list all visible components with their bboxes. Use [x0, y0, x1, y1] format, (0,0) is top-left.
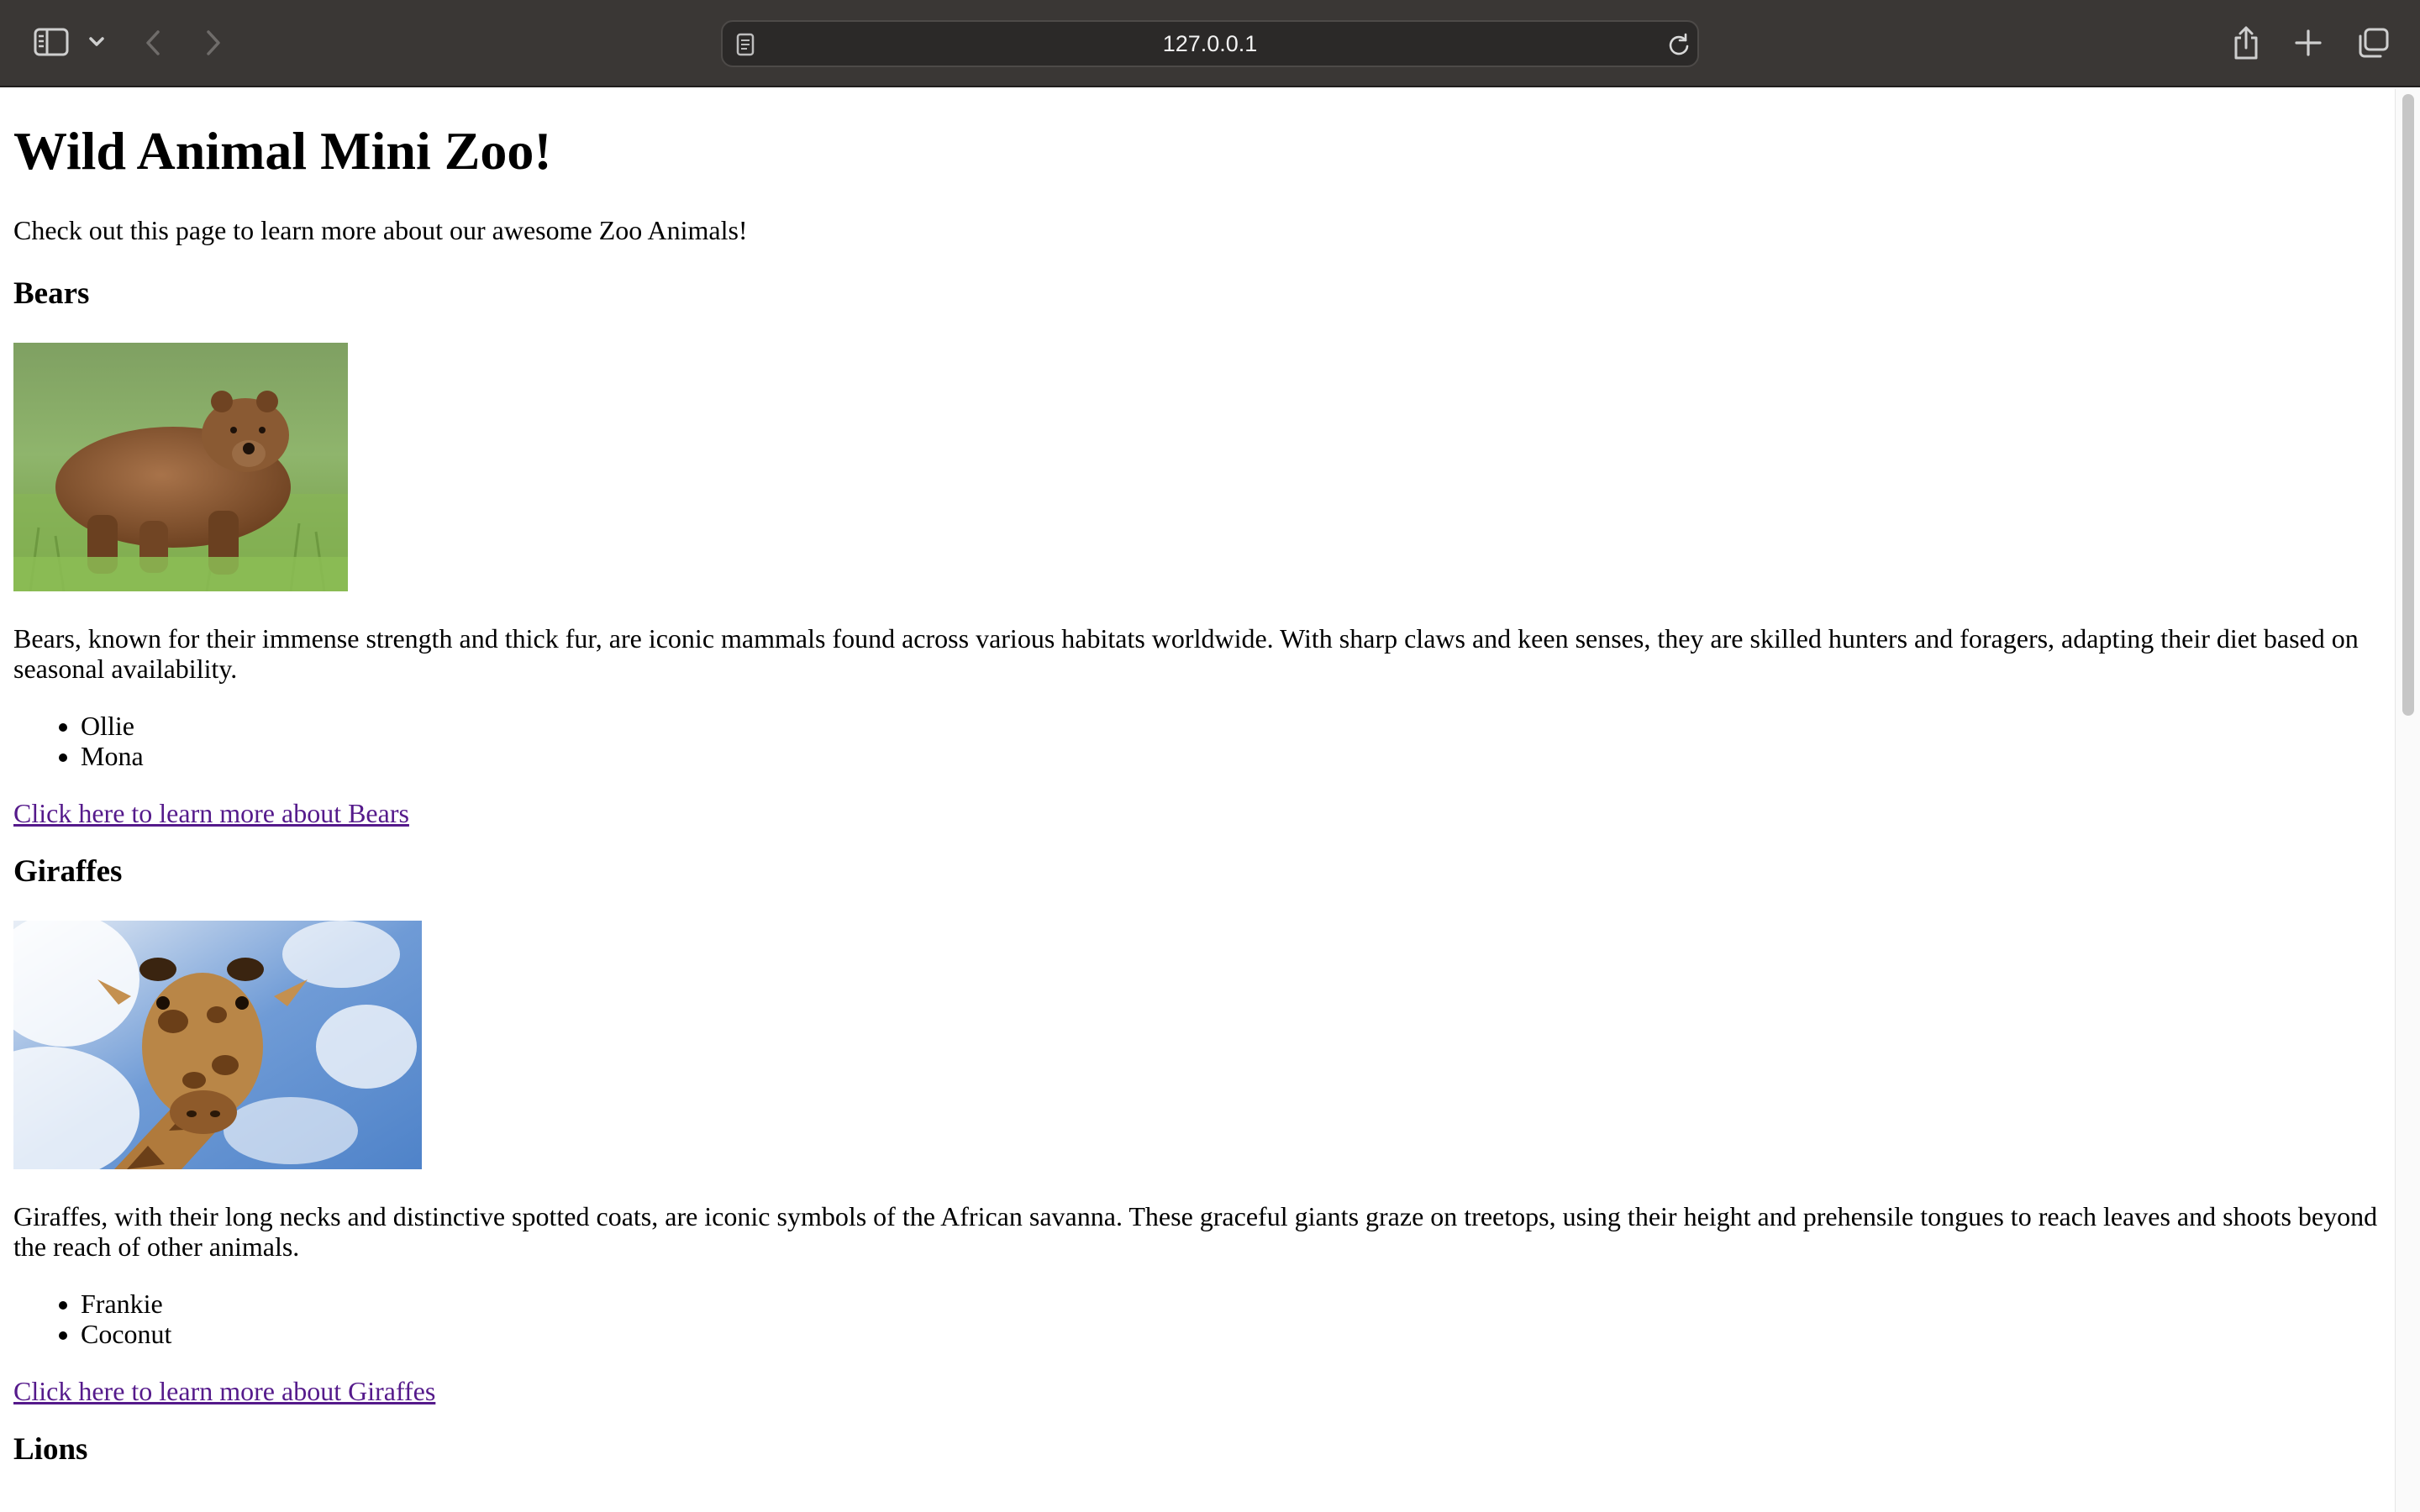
- plus-icon[interactable]: [2294, 29, 2323, 57]
- chevron-down-icon[interactable]: [87, 35, 106, 49]
- bears-description: Bears, known for their immense strength …: [13, 623, 2359, 684]
- page-content: Wild Animal Mini Zoo! Check out this pag…: [13, 89, 2383, 1468]
- section-heading-bears: Bears: [13, 276, 90, 311]
- address-bar[interactable]: 127.0.0.1: [721, 20, 1699, 67]
- list-item: Ollie: [81, 711, 2383, 741]
- page-title: Wild Animal Mini Zoo!: [13, 121, 552, 181]
- list-item: Mona: [81, 741, 2383, 771]
- list-item: Frankie: [81, 1289, 2383, 1319]
- giraffes-name-list: Frankie Coconut: [13, 1289, 2383, 1349]
- browser-toolbar: 127.0.0.1: [0, 0, 2420, 87]
- share-icon[interactable]: [2232, 25, 2260, 60]
- bear-image: [13, 343, 348, 591]
- learn-more-giraffes-link[interactable]: Click here to learn more about Giraffes: [13, 1376, 435, 1406]
- forward-arrow-icon[interactable]: [203, 29, 224, 57]
- giraffe-image: [13, 921, 422, 1169]
- giraffes-description: Giraffes, with their long necks and dist…: [13, 1201, 2378, 1262]
- section-heading-lions: Lions: [13, 1432, 88, 1467]
- scrollbar-thumb[interactable]: [2402, 94, 2414, 716]
- list-item: Coconut: [81, 1319, 2383, 1349]
- reload-icon[interactable]: [1667, 33, 1691, 56]
- section-heading-giraffes: Giraffes: [13, 854, 123, 889]
- intro-text: Check out this page to learn more about …: [13, 215, 748, 245]
- vertical-scrollbar[interactable]: [2395, 89, 2420, 1512]
- url-text[interactable]: 127.0.0.1: [723, 22, 1697, 66]
- bears-name-list: Ollie Mona: [13, 711, 2383, 771]
- learn-more-bears-link[interactable]: Click here to learn more about Bears: [13, 798, 409, 828]
- sidebar-icon[interactable]: [34, 27, 69, 57]
- back-arrow-icon[interactable]: [143, 29, 163, 57]
- tabs-icon[interactable]: [2356, 27, 2390, 59]
